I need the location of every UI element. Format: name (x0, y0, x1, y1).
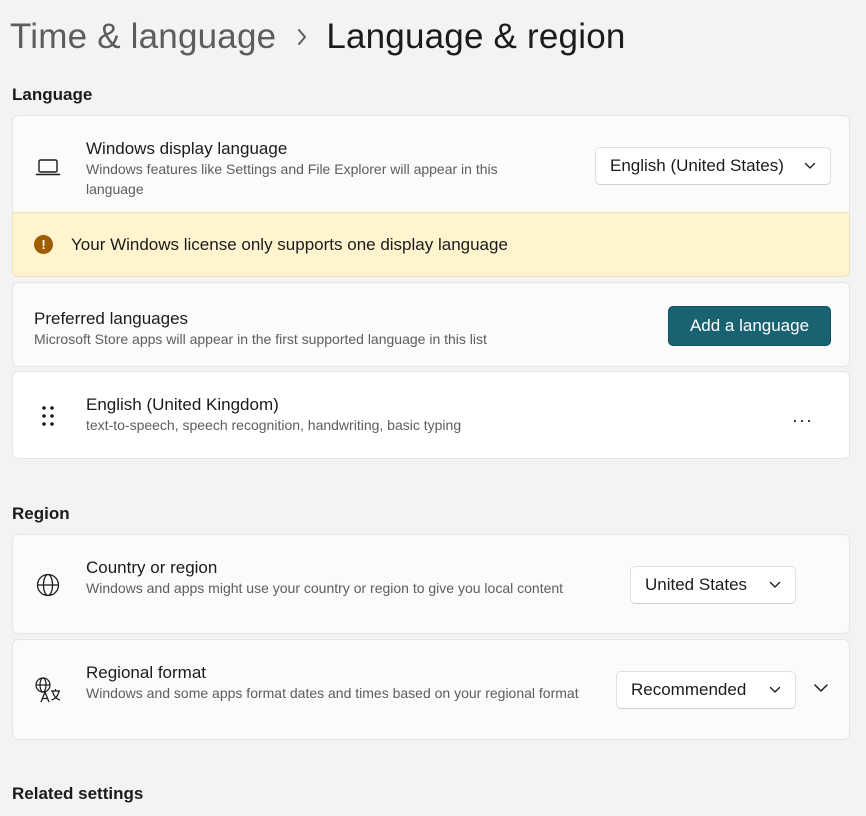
country-region-value: United States (645, 575, 748, 594)
country-region-dropdown[interactable]: United States (630, 566, 796, 604)
more-options-icon[interactable]: ··· (792, 410, 813, 431)
language-features: text-to-speech, speech recognition, hand… (86, 417, 462, 433)
add-language-button[interactable]: Add a language (668, 306, 831, 346)
language-name: English (United Kingdom) (86, 395, 279, 414)
chevron-down-icon (769, 581, 781, 589)
display-language-card: Windows display language Windows feature… (12, 115, 850, 213)
display-language-value: English (United States) (610, 156, 784, 175)
display-language-dropdown[interactable]: English (United States) (595, 147, 831, 185)
country-region-description: Windows and apps might use your country … (86, 580, 564, 596)
expand-chevron-icon[interactable] (813, 680, 829, 698)
regional-format-icon (34, 676, 62, 704)
breadcrumb: Time & language Language & region (10, 12, 626, 62)
license-warning-banner: ! Your Windows license only supports one… (12, 212, 850, 277)
display-language-title: Windows display language (86, 139, 288, 158)
breadcrumb-parent[interactable]: Time & language (10, 17, 276, 57)
regional-format-description: Windows and some apps format dates and t… (86, 685, 579, 701)
preferred-languages-card: Preferred languages Microsoft Store apps… (12, 282, 850, 367)
language-list-item[interactable]: English (United Kingdom) text-to-speech,… (12, 371, 850, 459)
regional-format-card[interactable]: Regional format Windows and some apps fo… (12, 639, 850, 740)
display-language-description: Windows features like Settings and File … (86, 161, 498, 197)
preferred-languages-title: Preferred languages (34, 309, 189, 328)
globe-icon (34, 571, 62, 599)
warning-icon: ! (34, 235, 53, 254)
country-region-title: Country or region (86, 558, 218, 577)
preferred-languages-description: Microsoft Store apps will appear in the … (34, 331, 487, 347)
chevron-right-icon (296, 28, 308, 46)
section-title-region: Region (12, 504, 70, 523)
chevron-down-icon (769, 686, 781, 694)
section-title-related-settings: Related settings (12, 784, 144, 803)
section-title-language: Language (12, 85, 93, 104)
page-title: Language & region (326, 17, 626, 56)
drag-handle-icon[interactable] (34, 402, 62, 430)
chevron-down-icon (804, 162, 816, 170)
country-region-card: Country or region Windows and apps might… (12, 534, 850, 634)
regional-format-dropdown[interactable]: Recommended (616, 671, 796, 709)
laptop-icon (34, 153, 62, 181)
regional-format-title: Regional format (86, 663, 207, 682)
regional-format-value: Recommended (631, 680, 747, 699)
license-warning-text: Your Windows license only supports one d… (71, 235, 508, 254)
